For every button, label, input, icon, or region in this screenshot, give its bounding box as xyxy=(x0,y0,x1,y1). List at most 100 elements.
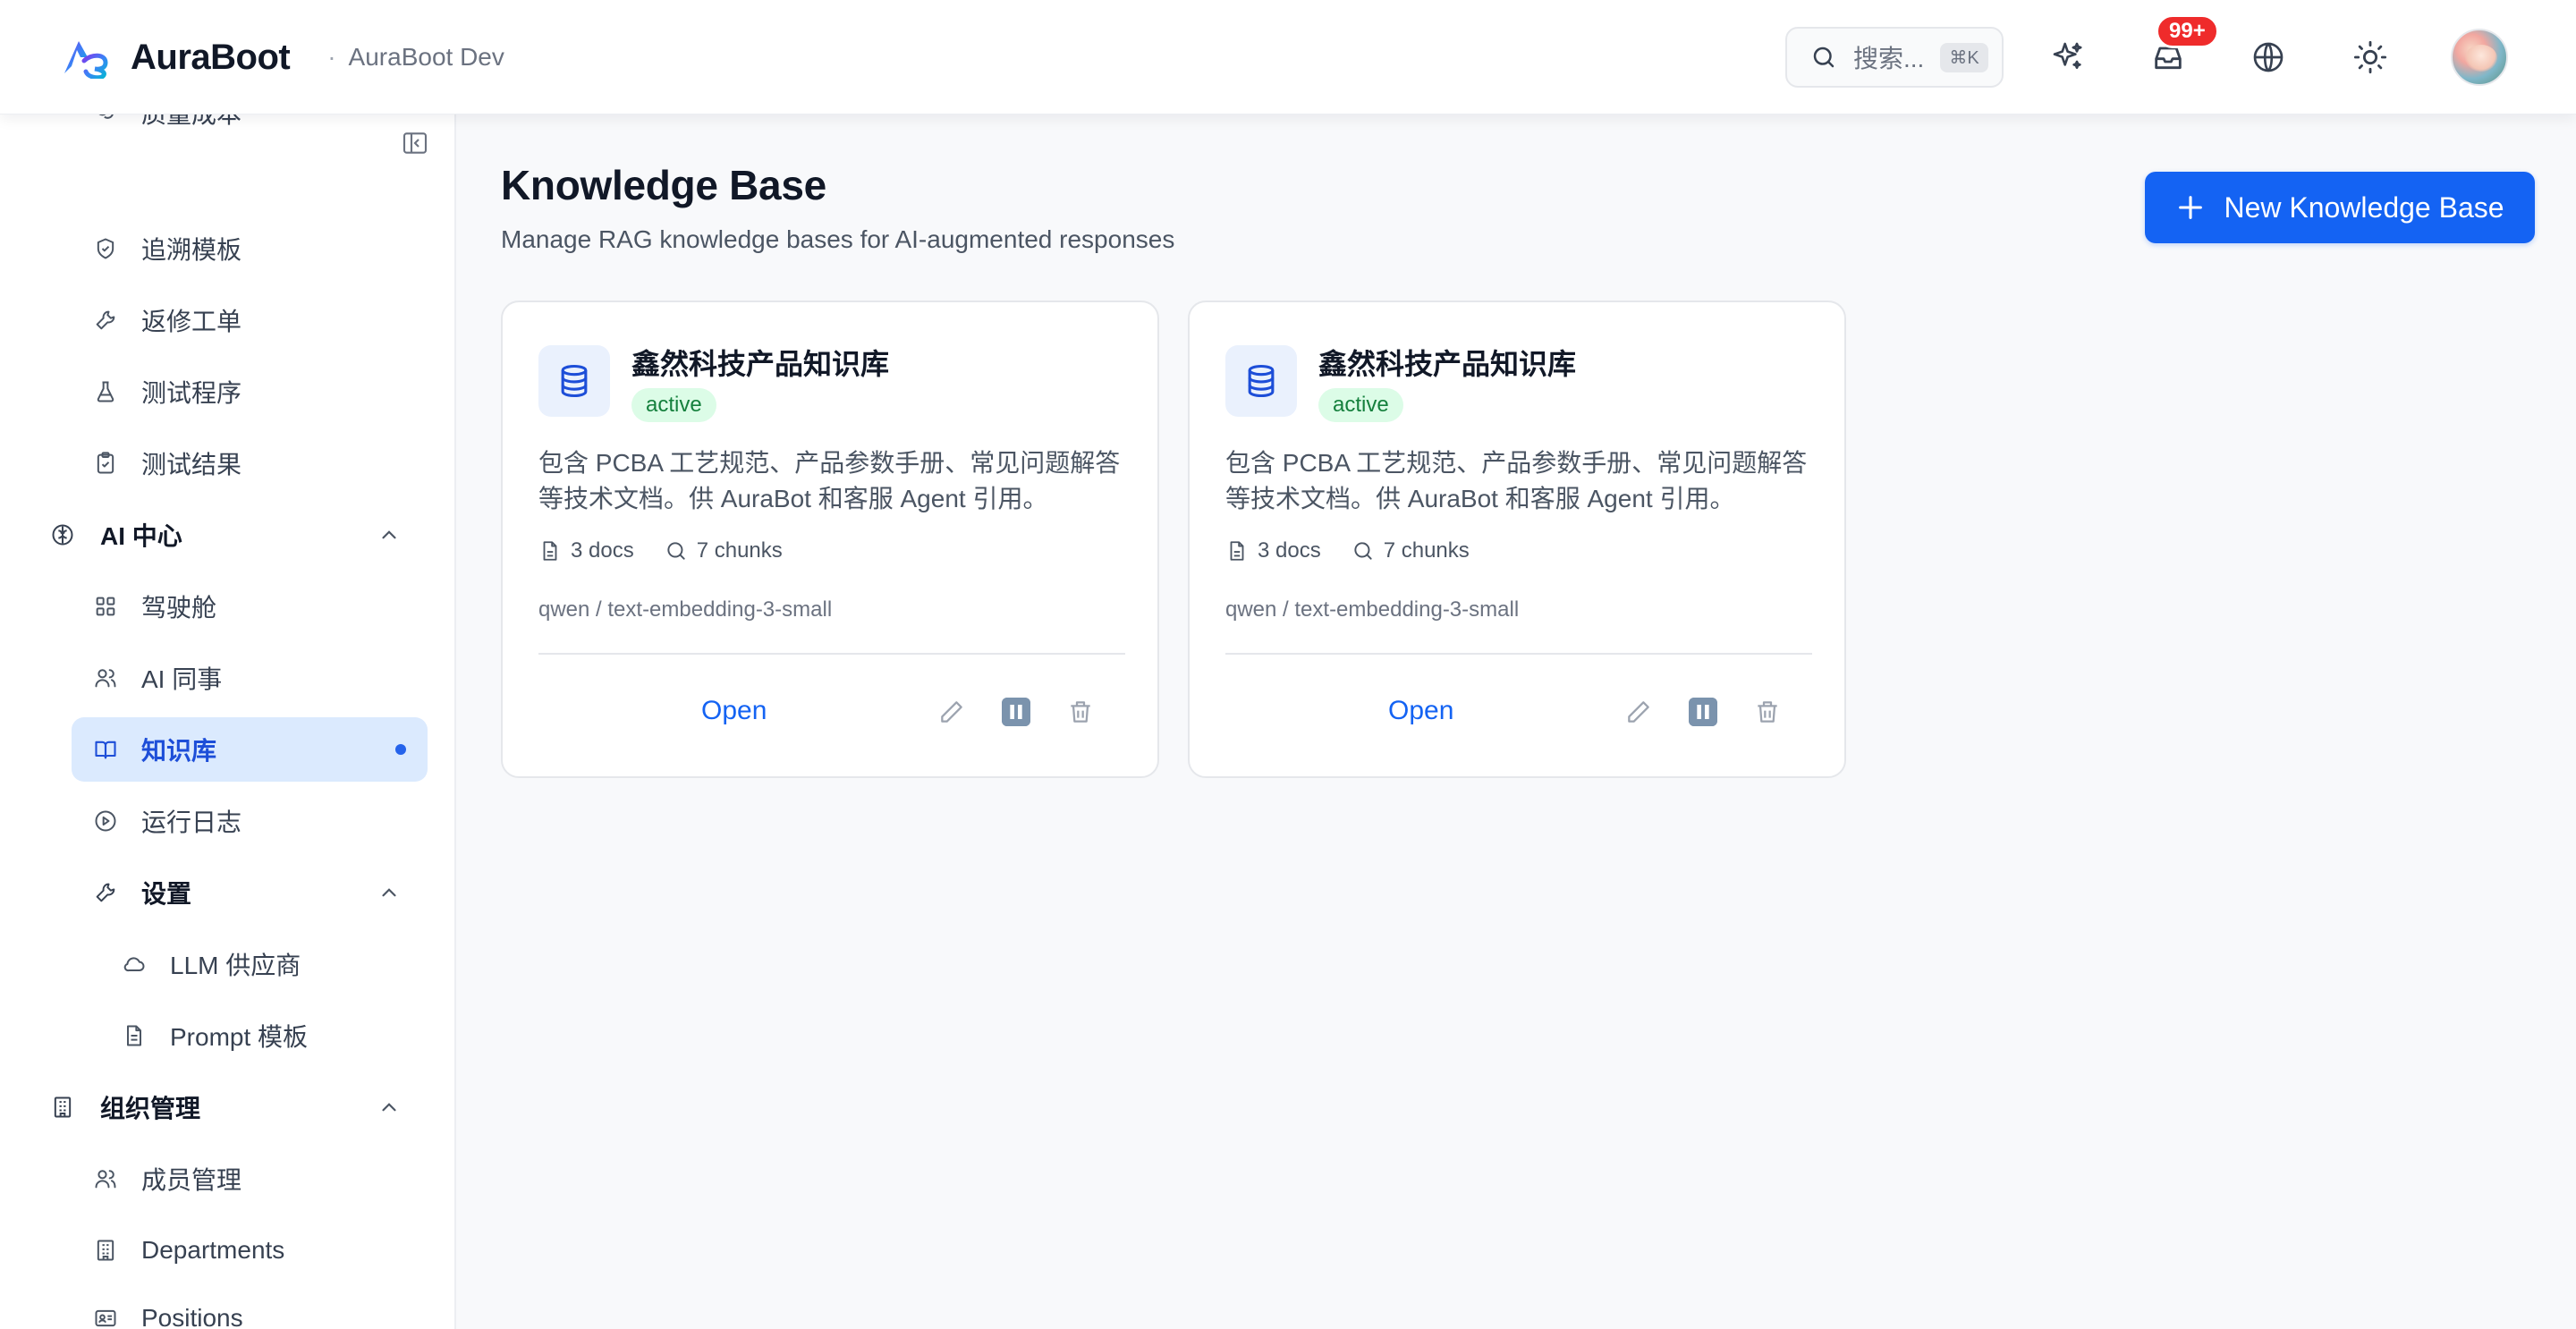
page-subtitle: Manage RAG knowledge bases for AI-augmen… xyxy=(501,225,1175,253)
doc-count: 3 docs xyxy=(571,538,634,563)
sidebar-item-prompt-template[interactable]: Prompt 模板 xyxy=(122,1003,428,1068)
embedding-model: qwen / text-embedding-3-small xyxy=(538,597,833,622)
plus-icon xyxy=(2179,196,2203,219)
doc-count: 3 docs xyxy=(1258,538,1321,563)
brand-separator: · xyxy=(327,43,336,71)
sidebar-item-test-program[interactable]: 测试程序 xyxy=(93,360,428,424)
new-knowledge-base-button[interactable]: New Knowledge Base xyxy=(2145,172,2535,243)
shield-icon xyxy=(97,238,114,259)
card-meta: 3 docs 7 chunks xyxy=(1225,538,1470,563)
edit-button[interactable] xyxy=(1623,696,1655,728)
sidebar-item-label: 驾驶舱 xyxy=(141,594,217,622)
brand[interactable]: AuraBoot · AuraBoot Dev xyxy=(61,36,504,79)
cloud-icon xyxy=(123,957,145,972)
sidebar-group-label: AI 中心 xyxy=(100,522,182,550)
brain-icon xyxy=(52,524,73,546)
sidebar-item-ai-colleague[interactable]: AI 同事 xyxy=(93,646,428,710)
ai-assistant-button[interactable] xyxy=(2048,38,2088,77)
pause-button[interactable] xyxy=(1000,696,1032,728)
open-button[interactable]: Open xyxy=(1388,696,1453,726)
new-knowledge-base-label: New Knowledge Base xyxy=(2224,190,2504,224)
pause-button[interactable] xyxy=(1687,696,1719,728)
sidebar-group-label: 设置 xyxy=(141,880,192,908)
sidebar-item-members[interactable]: 成员管理 xyxy=(93,1147,428,1211)
book-open-icon xyxy=(95,741,116,759)
card-divider xyxy=(1225,653,1812,655)
delete-button[interactable] xyxy=(1064,696,1097,728)
page-title: Knowledge Base xyxy=(501,162,826,208)
coins-icon xyxy=(98,114,114,119)
sidebar-group-ai-center[interactable]: AI 中心 xyxy=(50,503,428,567)
card-title: 鑫然科技产品知识库 xyxy=(631,348,890,380)
sidebar-item-label: Prompt 模板 xyxy=(170,1023,309,1051)
sidebar-group-settings[interactable]: 设置 xyxy=(93,860,428,925)
inbox-badge: 99+ xyxy=(2156,14,2219,48)
sidebar-item-positions[interactable]: Positions xyxy=(93,1286,428,1329)
pencil-icon xyxy=(941,701,962,723)
global-search[interactable]: 搜索... ⌘K xyxy=(1785,27,2004,88)
sidebar-item-label: 测试结果 xyxy=(141,451,242,478)
knowledge-base-card[interactable]: 鑫然科技产品知识库 active 包含 PCBA 工艺规范、产品参数手册、常见问… xyxy=(501,301,1159,778)
environment-name: AuraBoot Dev xyxy=(348,43,504,71)
status-badge: active xyxy=(631,388,716,422)
sidebar-item-run-log[interactable]: 运行日志 xyxy=(93,789,428,853)
sidebar-item-quality-cost[interactable]: 质量成本 xyxy=(93,114,428,145)
edit-button[interactable] xyxy=(936,696,968,728)
database-icon-tile xyxy=(538,345,610,417)
active-indicator-dot xyxy=(395,744,406,755)
sidebar-item-knowledge-base[interactable]: 知识库 xyxy=(72,717,428,782)
pause-icon xyxy=(1689,698,1717,726)
sidebar-item-label: 追溯模板 xyxy=(141,236,242,264)
chevron-up-icon xyxy=(382,888,396,897)
sidebar-item-repair-order[interactable]: 返修工单 xyxy=(93,288,428,352)
open-button[interactable]: Open xyxy=(701,696,767,726)
sidebar: 质量成本 追溯模板 返修工单 测试程序 测试结果 AI 中心 驾驶舱 AI 同事… xyxy=(0,114,456,1329)
users-icon xyxy=(95,669,116,688)
sidebar-item-label: AI 同事 xyxy=(141,665,223,693)
card-divider xyxy=(538,653,1125,655)
embedding-model: qwen / text-embedding-3-small xyxy=(1225,597,1520,622)
sidebar-item-llm-provider[interactable]: LLM 供应商 xyxy=(122,932,428,996)
clipboard-check-icon xyxy=(97,452,114,474)
chevron-up-icon xyxy=(382,1103,396,1112)
chunk-count: 7 chunks xyxy=(696,538,783,563)
delete-button[interactable] xyxy=(1751,696,1784,728)
main-content: Knowledge Base Manage RAG knowledge base… xyxy=(458,114,2576,1329)
chevron-up-icon xyxy=(382,530,396,539)
sidebar-item-cockpit[interactable]: 驾驶舱 xyxy=(93,574,428,639)
brand-name: AuraBoot xyxy=(131,37,291,77)
play-circle-icon xyxy=(95,810,116,832)
card-description: 包含 PCBA 工艺规范、产品参数手册、常见问题解答等技术文档。供 AuraBo… xyxy=(538,449,1121,512)
sidebar-item-departments[interactable]: Departments xyxy=(93,1218,428,1282)
file-text-icon xyxy=(127,1025,141,1046)
sidebar-group-org-management[interactable]: 组织管理 xyxy=(50,1075,428,1139)
search-placeholder: 搜索... xyxy=(1853,45,1925,72)
theme-toggle-button[interactable] xyxy=(2351,38,2390,77)
knowledge-base-card[interactable]: 鑫然科技产品知识库 active 包含 PCBA 工艺规范、产品参数手册、常见问… xyxy=(1188,301,1846,778)
sidebar-item-trace-template[interactable]: 追溯模板 xyxy=(93,216,428,281)
aura-logo-icon xyxy=(64,41,108,79)
language-button[interactable] xyxy=(2249,38,2288,77)
sidebar-group-label: 组织管理 xyxy=(100,1095,201,1122)
top-header: AuraBoot · AuraBoot Dev 搜索... ⌘K 99+ xyxy=(0,0,2576,114)
dashboard-icon xyxy=(96,597,115,616)
file-icon xyxy=(543,541,557,561)
file-icon xyxy=(1230,541,1244,561)
building-icon xyxy=(97,1240,114,1261)
user-avatar[interactable] xyxy=(2451,29,2508,86)
pencil-icon xyxy=(1628,701,1649,723)
pause-icon xyxy=(1002,698,1030,726)
wrench-icon xyxy=(96,883,115,902)
card-title: 鑫然科技产品知识库 xyxy=(1318,348,1577,380)
database-icon xyxy=(561,364,588,398)
sidebar-item-label: 知识库 xyxy=(141,737,217,765)
chunk-count: 7 chunks xyxy=(1383,538,1470,563)
sidebar-item-test-result[interactable]: 测试结果 xyxy=(93,431,428,495)
sidebar-item-label: 返修工单 xyxy=(141,308,242,335)
sparkles-icon xyxy=(2053,42,2082,69)
trash-icon xyxy=(1071,701,1090,723)
building-icon xyxy=(54,1096,72,1118)
sidebar-item-label: LLM 供应商 xyxy=(170,952,301,979)
search-shortcut: ⌘K xyxy=(1940,42,1988,72)
wrench-icon xyxy=(96,310,115,330)
